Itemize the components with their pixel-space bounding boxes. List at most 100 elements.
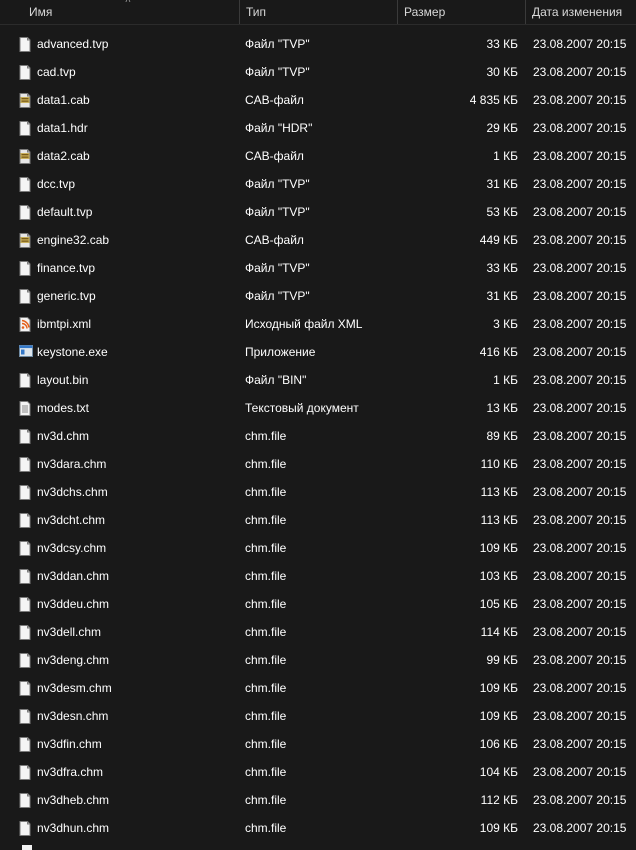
file-type: Файл "TVP" [245,177,310,191]
file-name: nv3dfin.chm [37,737,102,751]
column-header-size[interactable]: Размер [398,0,526,24]
column-header-bar: ˄ Имя Тип Размер Дата изменения [0,0,636,25]
file-type: chm.file [245,625,287,639]
file-type: chm.file [245,821,287,835]
file-row[interactable]: layout.bin Файл "BIN" 1 КБ 23.08.2007 20:15 [0,366,636,394]
file-name-cell: layout.bin [0,372,240,388]
file-date-modified: 23.08.2007 20:15 [533,737,627,751]
file-row[interactable]: data1.hdr Файл "HDR" 29 КБ 23.08.2007 20:15 [0,114,636,142]
file-name: nv3desm.chm [37,681,112,695]
file-row[interactable]: finance.tvp Файл "TVP" 33 КБ 23.08.2007 20:… [0,254,636,282]
file-icon [19,456,31,472]
file-name-cell: nv3desn.chm [0,708,240,724]
file-type: Файл "HDR" [245,121,313,135]
file-type: Файл "TVP" [245,37,310,51]
file-type: Файл "TVP" [245,205,310,219]
file-row[interactable]: nv3dcht.chm chm.file 113 КБ 23.08.2007 20:1… [0,506,636,534]
file-date-modified: 23.08.2007 20:15 [533,457,627,471]
file-date-modified: 23.08.2007 20:15 [533,541,627,555]
column-header-type[interactable]: Тип [240,0,398,24]
file-date-modified: 23.08.2007 20:15 [533,149,627,163]
file-row[interactable]: engine32.cab CAB-файл 449 КБ 23.08.2007 20:… [0,226,636,254]
file-icon [19,820,31,836]
file-row[interactable]: modes.txt Текстовый документ 13 КБ 23.08.20… [0,394,636,422]
file-icon [19,176,31,192]
file-date-modified: 23.08.2007 20:15 [533,513,627,527]
file-name-cell: nv3deng.chm [0,652,240,668]
file-icon [19,680,31,696]
file-row[interactable]: nv3deng.chm chm.file 99 КБ 23.08.2007 20:15 [0,646,636,674]
file-name: data1.hdr [37,121,88,135]
file-size: 110 КБ [480,457,518,471]
file-size: 114 КБ [480,625,518,639]
file-row[interactable]: advanced.tvp Файл "TVP" 33 КБ 23.08.2007 20… [0,30,636,58]
sort-chevron-up-icon: ˄ [125,0,131,6]
file-row[interactable]: nv3desn.chm chm.file 109 КБ 23.08.2007 20:1… [0,702,636,730]
file-name-cell: keystone.exe [0,344,240,360]
file-name-cell: data2.cab [0,148,240,164]
file-row[interactable]: keystone.exe Приложение 416 КБ 23.08.2007 2… [0,338,636,366]
file-row[interactable]: nv3desm.chm chm.file 109 КБ 23.08.2007 20:1… [0,674,636,702]
file-name: ibmtpi.xml [37,317,92,331]
file-row[interactable]: nv3dheb.chm chm.file 112 КБ 23.08.2007 20:1… [0,786,636,814]
file-type: Исходный файл XML [245,317,363,331]
file-date-modified: 23.08.2007 20:15 [533,177,627,191]
file-size: 33 КБ [486,37,518,51]
file-date-modified: 23.08.2007 20:15 [533,653,627,667]
cab-archive-icon [19,232,31,248]
file-row[interactable]: nv3d.chm chm.file 89 КБ 23.08.2007 20:15 [0,422,636,450]
file-row[interactable]: nv3dhun.chm chm.file 109 КБ 23.08.2007 20:1… [0,814,636,842]
file-date-modified: 23.08.2007 20:15 [533,709,627,723]
file-name-cell: advanced.tvp [0,36,240,52]
file-type: chm.file [245,653,287,667]
column-header-name-label: Имя [29,5,53,19]
file-row[interactable]: nv3dfra.chm chm.file 104 КБ 23.08.2007 20:1… [0,758,636,786]
file-icon [19,736,31,752]
file-name-cell: cad.tvp [0,64,240,80]
file-date-modified: 23.08.2007 20:15 [533,373,627,387]
file-row[interactable]: dcc.tvp Файл "TVP" 31 КБ 23.08.2007 20:15 [0,170,636,198]
file-size: 105 КБ [479,597,518,611]
file-row[interactable]: nv3dcsy.chm chm.file 109 КБ 23.08.2007 20:1… [0,534,636,562]
file-type: chm.file [245,765,287,779]
text-file-icon [19,400,31,416]
file-name: advanced.tvp [37,37,109,51]
column-header-date-modified[interactable]: Дата изменения [526,0,636,24]
file-row[interactable]: cad.tvp Файл "TVP" 30 КБ 23.08.2007 20:15 [0,58,636,86]
file-size: 99 КБ [486,653,518,667]
file-type: CAB-файл [245,149,304,163]
file-row[interactable]: nv3dell.chm chm.file 114 КБ 23.08.2007 20:1… [0,618,636,646]
file-row[interactable]: nv3dara.chm chm.file 110 КБ 23.08.2007 20:1… [0,450,636,478]
file-name: generic.tvp [37,289,96,303]
file-type: CAB-файл [245,93,304,107]
file-icon [19,764,31,780]
file-icon [19,540,31,556]
file-type: Файл "BIN" [245,373,307,387]
file-size: 13 КБ [486,401,518,415]
file-row[interactable]: nv3ddeu.chm chm.file 105 КБ 23.08.2007 20:1… [0,590,636,618]
file-name-cell: nv3dara.chm [0,456,240,472]
file-name: nv3dara.chm [37,457,107,471]
file-row[interactable]: data2.cab CAB-файл 1 КБ 23.08.2007 20:15 [0,142,636,170]
file-icon [19,484,31,500]
column-header-name[interactable]: ˄ Имя [0,0,240,24]
file-row[interactable]: nv3dfin.chm chm.file 106 КБ 23.08.2007 20:1… [0,730,636,758]
file-row[interactable]: nv3ddan.chm chm.file 103 КБ 23.08.2007 20:1… [0,562,636,590]
file-type: chm.file [245,569,287,583]
file-row[interactable]: default.tvp Файл "TVP" 53 КБ 23.08.2007 20:… [0,198,636,226]
file-icon [19,36,31,52]
cab-archive-icon [19,92,31,108]
file-type: chm.file [245,457,287,471]
file-row[interactable]: generic.tvp Файл "TVP" 31 КБ 23.08.2007 20:… [0,282,636,310]
file-name-cell: nv3d.chm [0,428,240,444]
file-row[interactable]: ibmtpi.xml Исходный файл XML 3 КБ 23.08.200… [0,310,636,338]
column-header-type-label: Тип [246,5,267,19]
file-row[interactable]: nv3dchs.chm chm.file 113 КБ 23.08.2007 20:1… [0,478,636,506]
file-type: chm.file [245,513,287,527]
file-name-cell: nv3dhun.chm [0,820,240,836]
file-row[interactable]: data1.cab CAB-файл 4 835 КБ 23.08.2007 20:1… [0,86,636,114]
column-header-size-label: Размер [404,5,446,19]
file-name-cell: nv3dheb.chm [0,792,240,808]
file-size: 53 КБ [486,205,518,219]
file-name: data1.cab [37,93,90,107]
